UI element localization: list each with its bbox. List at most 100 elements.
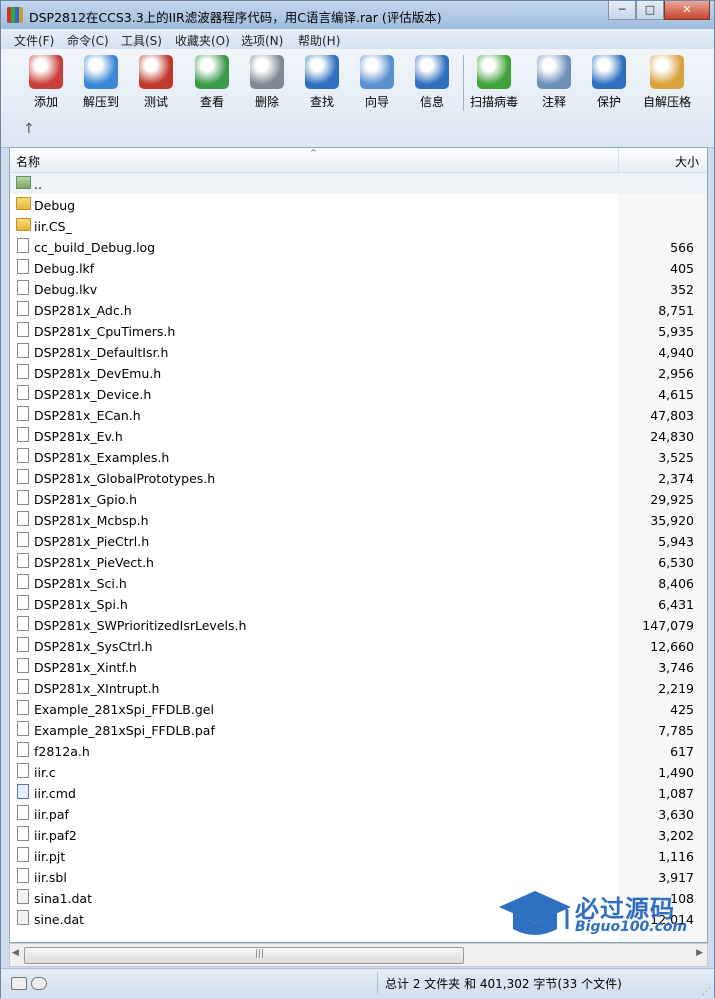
- file-row[interactable]: Example_281xSpi_FFDLB.gel 425: [10, 698, 707, 719]
- key-icon[interactable]: [31, 977, 47, 990]
- column-header: 名称 ^ 大小: [10, 148, 707, 173]
- parent-folder-row[interactable]: ..: [10, 173, 707, 194]
- toolbar-button-test-clipboard[interactable]: 测试: [128, 53, 184, 110]
- menu-commands[interactable]: 命令(C): [67, 32, 109, 49]
- column-name-header[interactable]: 名称: [16, 153, 40, 170]
- file-icon: [17, 406, 29, 421]
- file-icon: [17, 448, 29, 463]
- view-book-icon: [195, 55, 229, 89]
- file-name: DSP281x_Gpio.h: [34, 492, 138, 507]
- menu-favorites[interactable]: 收藏夹(O): [175, 32, 230, 49]
- file-name: DSP281x_Adc.h: [34, 303, 132, 318]
- menu-tools[interactable]: 工具(S): [121, 32, 162, 49]
- up-level-arrow-icon[interactable]: ↑: [23, 121, 35, 137]
- file-row[interactable]: DSP281x_ECan.h 47,803: [10, 404, 707, 425]
- file-row[interactable]: DSP281x_SysCtrl.h 12,660: [10, 635, 707, 656]
- toolbar-button-virus-scan[interactable]: 扫描病毒: [466, 53, 522, 110]
- toolbar-button-find-magnifier[interactable]: 查找: [294, 53, 350, 110]
- close-button[interactable]: ✕: [664, 1, 710, 20]
- file-name: DSP281x_PieVect.h: [34, 555, 154, 570]
- status-separator: [377, 972, 378, 994]
- file-row[interactable]: DSP281x_PieVect.h 6,530: [10, 551, 707, 572]
- menu-help[interactable]: 帮助(H): [298, 32, 340, 49]
- file-name: iir.paf: [34, 807, 69, 822]
- file-row[interactable]: DSP281x_XIntrupt.h 2,219: [10, 677, 707, 698]
- file-size: 24,830: [650, 429, 694, 444]
- toolbar-button-wizard-wand[interactable]: 向导: [349, 53, 405, 110]
- find-magnifier-icon: [305, 55, 339, 89]
- toolbar-button-view-book[interactable]: 查看: [184, 53, 240, 110]
- file-icon: [17, 616, 29, 631]
- toolbar-button-comment[interactable]: 注释: [526, 53, 582, 110]
- horizontal-scrollbar[interactable]: ◀ ||| ▶: [9, 943, 708, 967]
- toolbar-separator: [463, 55, 464, 111]
- file-icon: [17, 805, 29, 820]
- maximize-button[interactable]: □: [636, 1, 664, 20]
- file-row[interactable]: iir.cmd 1,087: [10, 782, 707, 803]
- file-row[interactable]: DSP281x_Gpio.h 29,925: [10, 488, 707, 509]
- file-row[interactable]: iir.sbl 3,917: [10, 866, 707, 887]
- file-row[interactable]: Debug.lkf 405: [10, 257, 707, 278]
- file-name: DSP281x_GlobalPrototypes.h: [34, 471, 216, 486]
- minimize-button[interactable]: ─: [608, 1, 636, 20]
- file-icon: [17, 763, 29, 778]
- column-size-header[interactable]: 大小: [675, 153, 699, 170]
- scrollbar-thumb[interactable]: |||: [24, 947, 464, 964]
- file-row[interactable]: Example_281xSpi_FFDLB.paf 7,785: [10, 719, 707, 740]
- file-name: Debug.lkv: [34, 282, 98, 297]
- scroll-left-icon[interactable]: ◀: [12, 948, 19, 958]
- toolbar-button-protect-shield[interactable]: 保护: [581, 53, 637, 110]
- file-row[interactable]: DSP281x_SWPrioritizedIsrLevels.h 147,079: [10, 614, 707, 635]
- file-row[interactable]: DSP281x_CpuTimers.h 5,935: [10, 320, 707, 341]
- column-divider[interactable]: [618, 148, 619, 172]
- file-icon: [17, 343, 29, 358]
- status-bar: 总计 2 文件夹 和 401,302 字节(33 个文件) ⋰: [1, 968, 714, 999]
- file-row[interactable]: iir.pjt 1,116: [10, 845, 707, 866]
- menu-options[interactable]: 选项(N): [241, 32, 283, 49]
- file-name: iir.c: [34, 765, 56, 780]
- file-icon: [17, 679, 29, 694]
- title-bar[interactable]: DSP2812在CCS3.3上的IIR滤波器程序代码，用C语言编译.rar (评…: [1, 1, 714, 29]
- file-row[interactable]: DSP281x_DefaultIsr.h 4,940: [10, 341, 707, 362]
- menu-file[interactable]: 文件(F): [14, 32, 54, 49]
- file-row[interactable]: iir.paf 3,630: [10, 803, 707, 824]
- wizard-wand-icon: [360, 55, 394, 89]
- file-row[interactable]: DSP281x_PieCtrl.h 5,943: [10, 530, 707, 551]
- file-row[interactable]: iir.c 1,490: [10, 761, 707, 782]
- file-row[interactable]: DSP281x_Examples.h 3,525: [10, 446, 707, 467]
- folder-icon: [16, 218, 31, 231]
- file-row[interactable]: DSP281x_Adc.h 8,751: [10, 299, 707, 320]
- file-row[interactable]: DSP281x_Sci.h 8,406: [10, 572, 707, 593]
- file-row[interactable]: DSP281x_Xintf.h 3,746: [10, 656, 707, 677]
- watermark-logo: 必过源码 Biguo100.com: [495, 885, 705, 945]
- file-row[interactable]: Debug.lkv 352: [10, 278, 707, 299]
- file-size: 147,079: [642, 618, 694, 633]
- file-row[interactable]: DSP281x_Device.h 4,615: [10, 383, 707, 404]
- toolbar-button-add-books[interactable]: 添加: [18, 53, 74, 110]
- toolbar-button-extract-folder[interactable]: 解压到: [73, 53, 129, 110]
- file-row[interactable]: DSP281x_GlobalPrototypes.h 2,374: [10, 467, 707, 488]
- file-row[interactable]: cc_build_Debug.log 566: [10, 236, 707, 257]
- toolbar-label: 测试: [143, 95, 168, 109]
- scroll-right-icon[interactable]: ▶: [696, 948, 703, 958]
- drive-icon[interactable]: [11, 977, 27, 990]
- file-row[interactable]: DSP281x_DevEmu.h 2,956: [10, 362, 707, 383]
- file-size: 5,943: [658, 534, 694, 549]
- file-size: 3,525: [658, 450, 694, 465]
- toolbar-button-info[interactable]: 信息: [404, 53, 460, 110]
- toolbar-button-sfx-box[interactable]: 自解压格: [639, 53, 695, 110]
- file-name: DSP281x_SWPrioritizedIsrLevels.h: [34, 618, 247, 633]
- resize-grip-icon[interactable]: ⋰: [702, 987, 711, 997]
- toolbar-button-delete-bin[interactable]: 删除: [239, 53, 295, 110]
- file-row[interactable]: Debug: [10, 194, 707, 215]
- file-row[interactable]: f2812a.h 617: [10, 740, 707, 761]
- file-row[interactable]: DSP281x_Mcbsp.h 35,920: [10, 509, 707, 530]
- file-name: f2812a.h: [34, 744, 90, 759]
- file-row[interactable]: DSP281x_Spi.h 6,431: [10, 593, 707, 614]
- file-row[interactable]: iir.CS_: [10, 215, 707, 236]
- file-size: 6,431: [658, 597, 694, 612]
- file-row[interactable]: DSP281x_Ev.h 24,830: [10, 425, 707, 446]
- winrar-app-icon[interactable]: [7, 7, 23, 23]
- file-row[interactable]: iir.paf2 3,202: [10, 824, 707, 845]
- file-size: 47,803: [650, 408, 694, 423]
